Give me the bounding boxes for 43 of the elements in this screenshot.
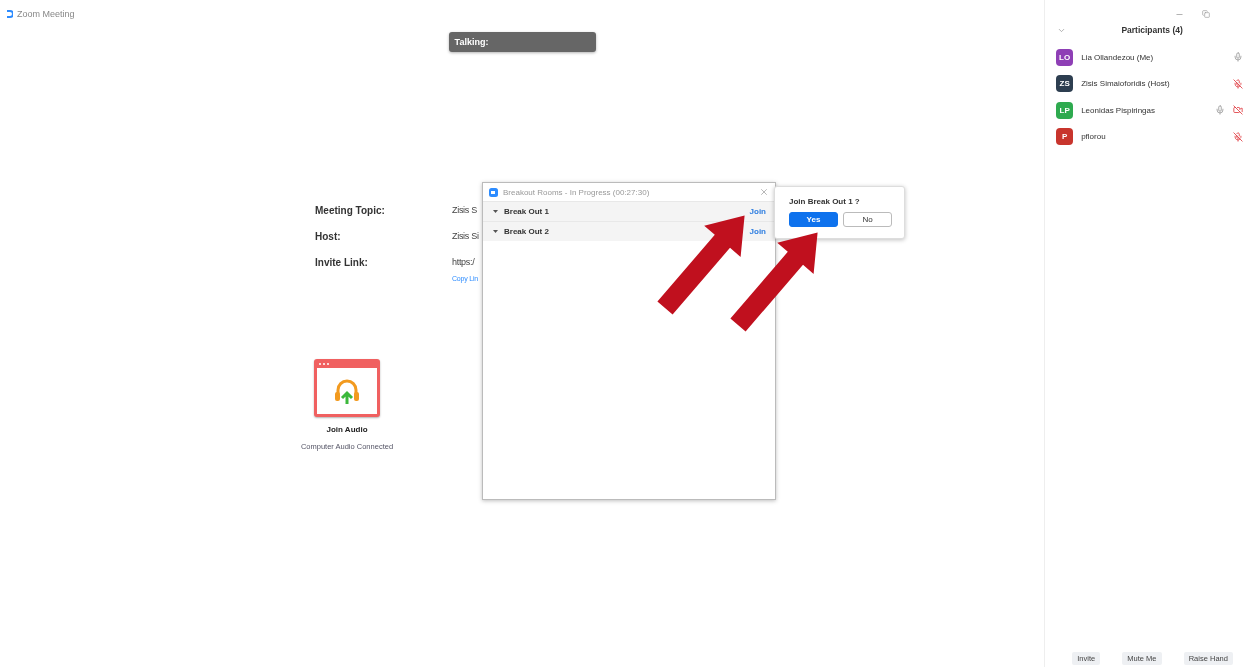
join-audio-button[interactable]	[314, 359, 380, 417]
caret-icon	[493, 210, 498, 213]
participant-row[interactable]: P pflorou	[1045, 123, 1250, 150]
info-value: Zisis S	[452, 204, 477, 217]
participants-title: Participants (4)	[1120, 25, 1184, 35]
info-value: Zisis Si	[452, 230, 479, 243]
info-value: https:/	[452, 256, 475, 269]
join-link[interactable]: Join	[749, 207, 766, 216]
join-link[interactable]: Join	[749, 227, 766, 236]
window-title: Zoom Meeting	[17, 9, 75, 19]
app-logo-icon	[489, 187, 498, 197]
muted-mic-icon[interactable]	[1233, 78, 1243, 89]
mic-icon[interactable]	[1233, 52, 1243, 63]
dialog-title: Breakout Rooms - In Progress (00:27:30)	[503, 187, 651, 197]
info-label: Meeting Topic:	[315, 204, 386, 217]
mic-icon[interactable]	[1215, 105, 1225, 116]
app-logo-icon	[6, 10, 13, 18]
breakout-room-row[interactable]: Break Out 1 Join	[483, 201, 775, 221]
yes-button[interactable]: Yes	[789, 212, 838, 227]
participant-name: Lia Ollandezou (Me)	[1081, 52, 1155, 62]
room-name: Break Out 1	[504, 207, 550, 216]
avatar: LP	[1056, 101, 1074, 119]
talking-label: Talking:	[454, 37, 489, 47]
restore-icon[interactable]	[1202, 10, 1210, 18]
avatar: ZS	[1056, 75, 1074, 93]
participant-name: Zisis Simaioforidis (Host)	[1081, 79, 1171, 89]
no-button[interactable]: No	[843, 212, 892, 227]
join-audio-label: Join Audio	[326, 425, 368, 434]
avatar: P	[1056, 128, 1074, 146]
muted-mic-icon[interactable]	[1233, 131, 1243, 142]
participant-row[interactable]: LP Leonidas Pispiringas	[1045, 97, 1250, 124]
caret-icon	[493, 230, 498, 233]
video-off-icon[interactable]	[1233, 105, 1243, 116]
close-icon[interactable]	[759, 187, 769, 197]
room-name: Break Out 2	[504, 227, 550, 236]
participant-row[interactable]: ZS Zisis Simaioforidis (Host)	[1045, 70, 1250, 97]
participant-name: pflorou	[1081, 132, 1107, 142]
participant-name: Leonidas Pispiringas	[1081, 105, 1156, 115]
info-label: Invite Link:	[315, 256, 369, 269]
info-label: Host:	[315, 230, 342, 243]
participant-row[interactable]: LO Lia Ollandezou (Me)	[1045, 44, 1250, 71]
avatar: LO	[1056, 48, 1074, 66]
join-question: Join Break Out 1 ?	[789, 197, 861, 206]
